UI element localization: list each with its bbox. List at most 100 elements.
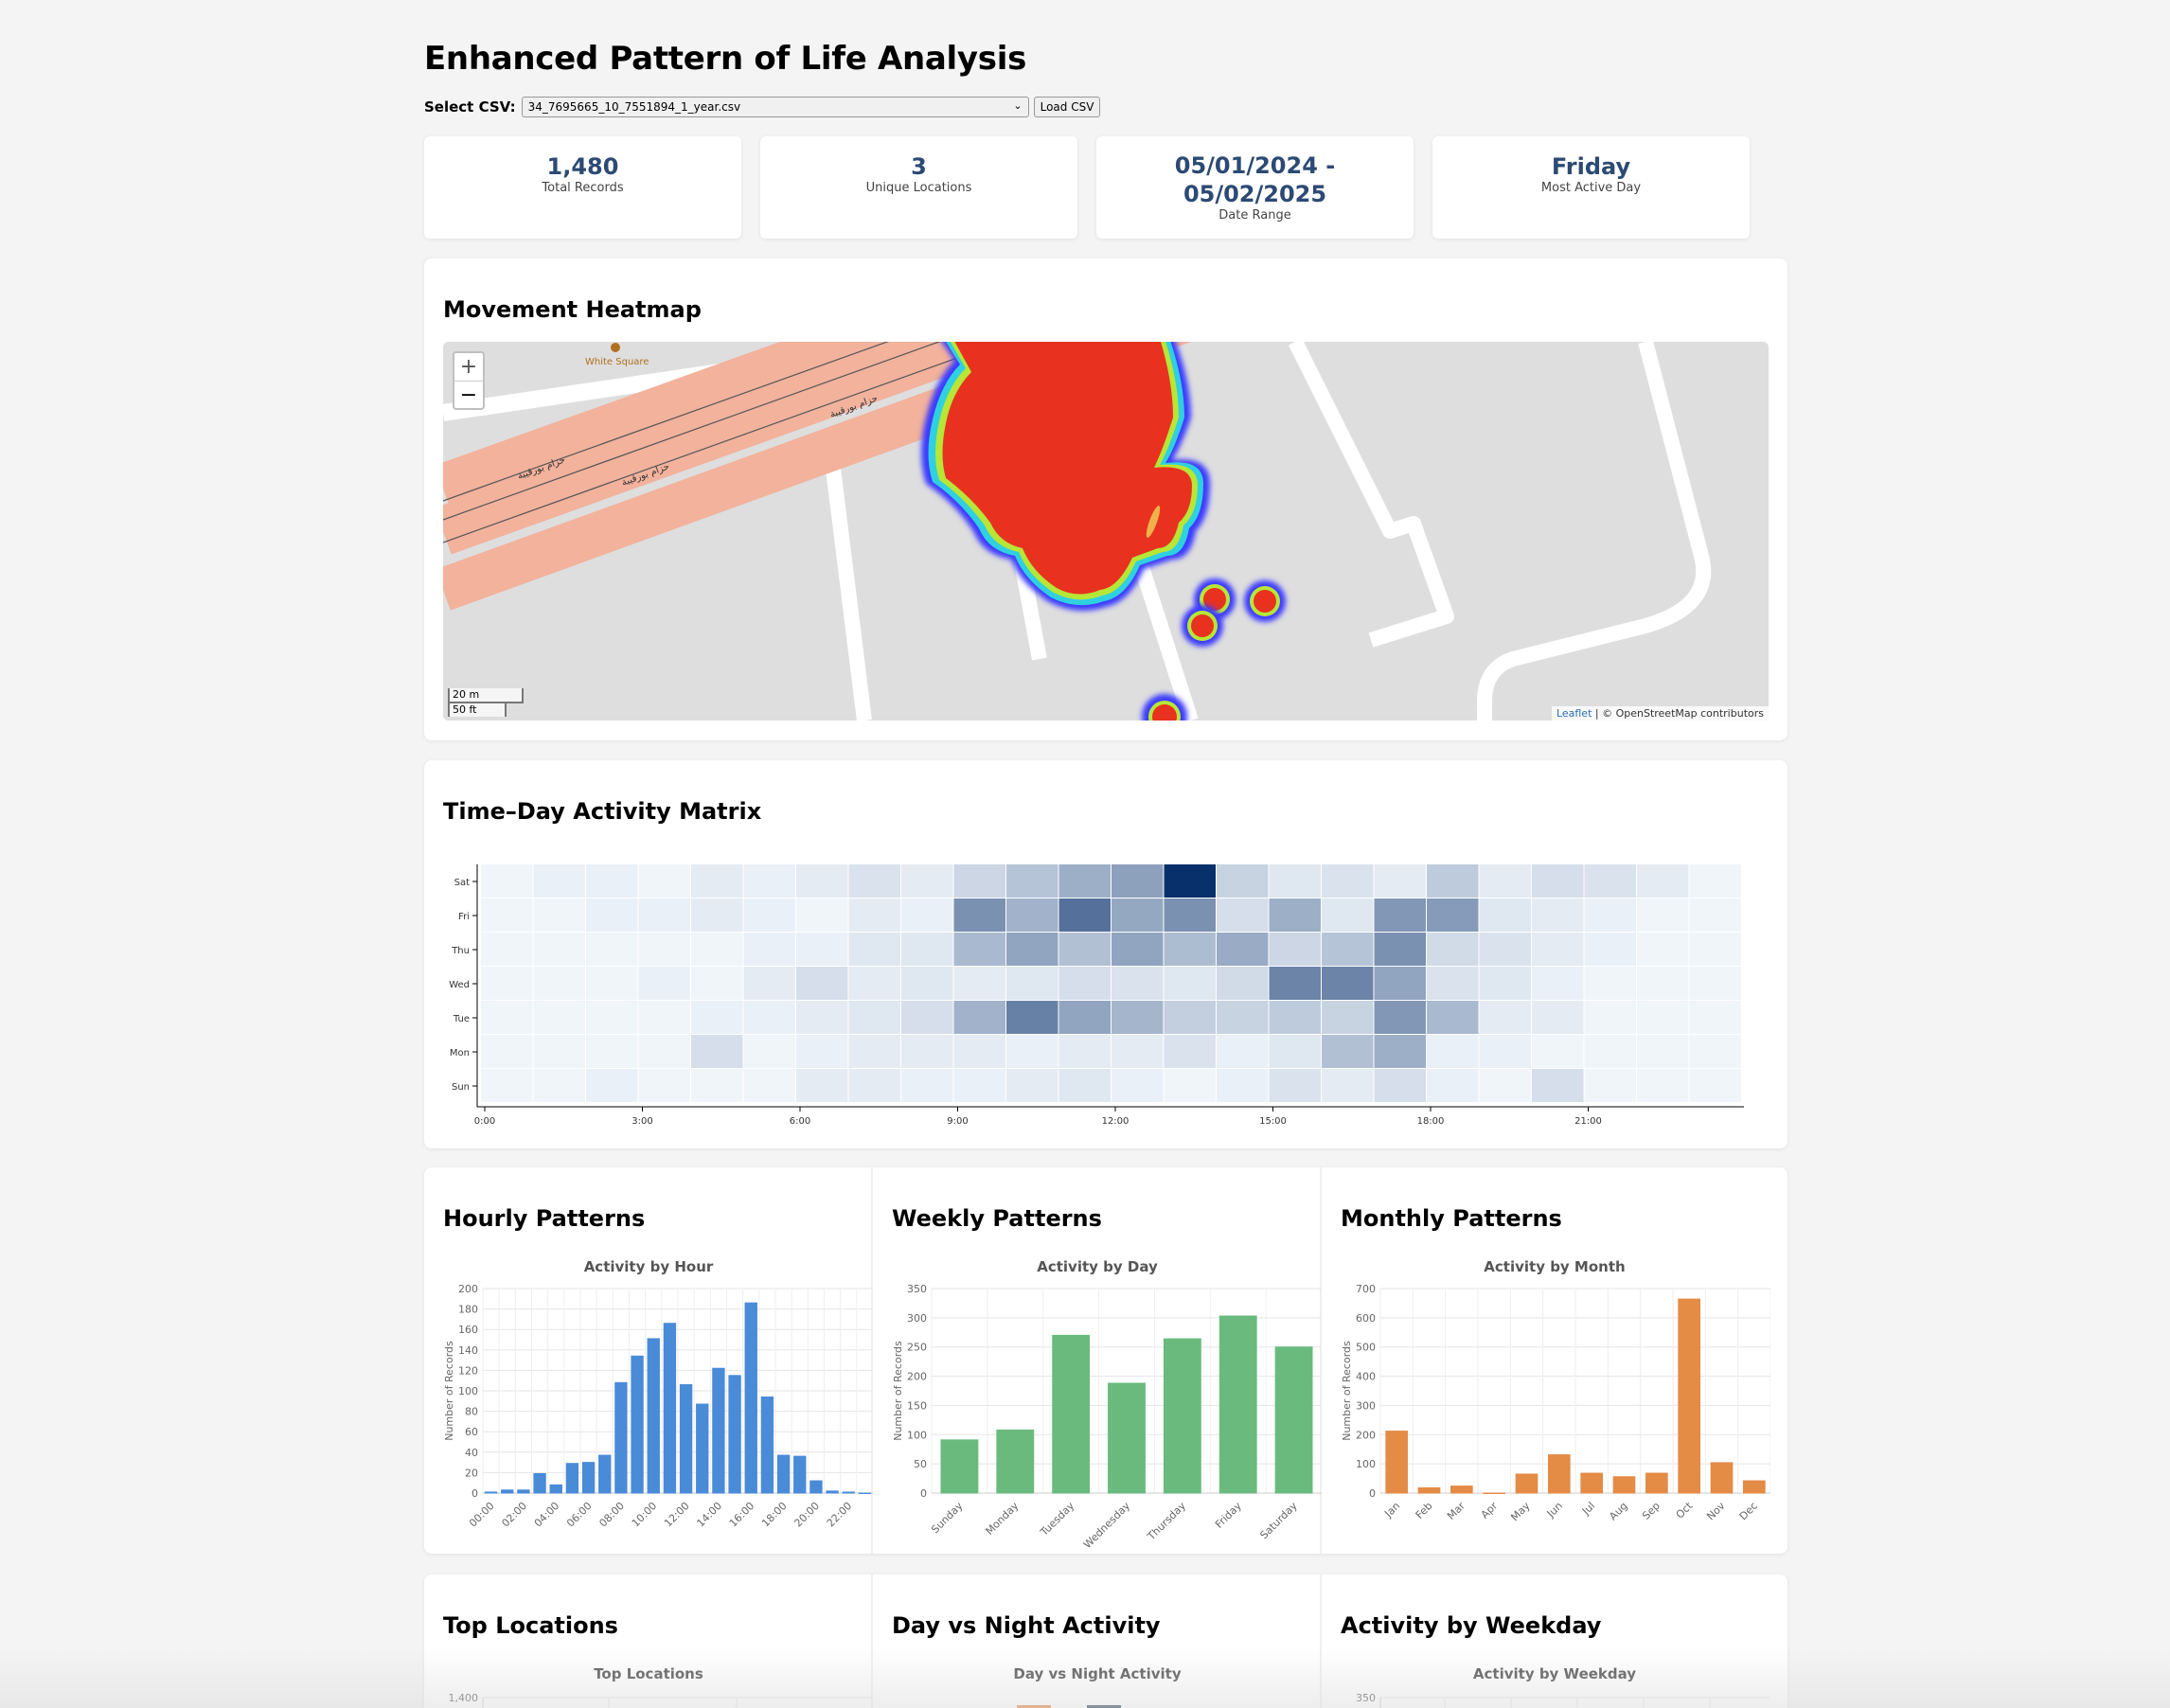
y-tick-label: 200 (907, 1371, 927, 1383)
matrix-cell (901, 898, 953, 932)
bar (712, 1367, 725, 1494)
matrix-cell (1006, 1035, 1058, 1068)
matrix-cell (1479, 967, 1531, 1000)
matrix-cell (1164, 898, 1216, 932)
matrix-cell (1427, 898, 1479, 932)
bar (1483, 1492, 1505, 1494)
matrix-cell (1689, 898, 1741, 932)
stat-value-line2: 05/02/2025 (1183, 181, 1327, 207)
heatmap-title: Movement Heatmap (443, 296, 702, 323)
matrix-cell (586, 1001, 638, 1034)
matrix-cell (1479, 933, 1531, 966)
matrix-cell (1479, 1069, 1531, 1102)
x-tick-label: 02:00 (499, 1500, 529, 1530)
matrix-cell (638, 967, 690, 1000)
matrix-cell (1689, 1035, 1741, 1068)
matrix-cell (1427, 933, 1479, 966)
x-tick-label: Oct (1674, 1499, 1696, 1521)
matrix-cell (1269, 1035, 1321, 1068)
x-tick-label: Friday (1213, 1500, 1244, 1531)
matrix-cell (1164, 864, 1216, 898)
y-tick-label: 160 (458, 1324, 478, 1336)
matrix-cell (1374, 1069, 1426, 1102)
x-tick-label: Jun (1544, 1500, 1565, 1521)
matrix-cell (1637, 933, 1689, 966)
matrix-cell (1479, 1001, 1531, 1034)
matrix-cell (1427, 1001, 1479, 1034)
matrix-cell (533, 1035, 585, 1068)
bar (565, 1463, 579, 1494)
matrix-cell (691, 933, 743, 966)
matrix-cell (481, 967, 533, 1000)
matrix-cell (1322, 1001, 1374, 1034)
bar (647, 1338, 660, 1494)
matrix-cell (533, 1001, 585, 1034)
matrix-cell (1532, 967, 1584, 1000)
weekly-title: Weekly Patterns (892, 1205, 1102, 1232)
matrix-cell (1689, 967, 1741, 1000)
matrix-cell (1217, 933, 1269, 966)
bar (1580, 1472, 1603, 1494)
matrix-cell (691, 864, 743, 898)
activity-matrix: Sat Fri Thu Wed Tue Mon Sun 0:00 3:00 6:00 9:00 12:… (449, 864, 1744, 1127)
matrix-cell (796, 933, 848, 966)
scale-imperial: 50 ft (448, 702, 507, 717)
matrix-cell (533, 1069, 585, 1102)
map-tiles: حزام بورقيبة حزام بورقيبة حزام بورقيبة W… (443, 342, 1769, 721)
heatmap-card: Movement Heatmap حزام بورقيبة حزام بورقي… (424, 258, 1788, 740)
matrix-cell (481, 1001, 533, 1034)
day-night-title: Day vs Night Activity (892, 1612, 1161, 1639)
matrix-cell (1322, 1069, 1374, 1102)
matrix-cell (481, 1069, 533, 1102)
hourly-panel: Hourly Patterns Activity by Hour 0 20 40 60… (424, 1167, 873, 1554)
bar (776, 1454, 791, 1494)
matrix-cell (1637, 1069, 1689, 1102)
zoom-out-button[interactable]: − (454, 381, 483, 408)
matrix-cell (796, 1035, 848, 1068)
zoom-in-button[interactable]: + (454, 353, 483, 381)
matrix-cell (953, 1069, 1005, 1102)
matrix-cell (796, 898, 848, 932)
top-locations-title: Top Locations (443, 1612, 618, 1639)
matrix-cell (1112, 898, 1164, 932)
bar (1710, 1462, 1734, 1494)
matrix-cell (953, 967, 1005, 1000)
monthly-title: Monthly Patterns (1341, 1205, 1562, 1232)
matrix-cell (743, 933, 795, 966)
matrix-cell (533, 864, 585, 898)
matrix-cell (1532, 864, 1584, 898)
matrix-cell (901, 864, 953, 898)
day-label: Wed (449, 980, 470, 990)
matrix-cell (953, 864, 1005, 898)
matrix-cell (848, 967, 900, 1000)
leaflet-link[interactable]: Leaflet (1556, 707, 1592, 720)
y-tick-label: 600 (1356, 1312, 1376, 1325)
hour-label: 12:00 (1102, 1116, 1129, 1127)
hour-label: 9:00 (947, 1116, 968, 1127)
monthly-panel: Monthly Patterns Activity by Month 0 100 2… (1322, 1167, 1788, 1554)
bar (1218, 1315, 1257, 1494)
csv-selected-value: 34_7695665_10_7551894_1_year.csv (527, 100, 741, 114)
movement-map[interactable]: حزام بورقيبة حزام بورقيبة حزام بورقيبة W… (443, 342, 1769, 721)
matrix-cell (848, 1001, 900, 1034)
matrix-cell (1112, 933, 1164, 966)
weekly-panel: Weekly Patterns Activity by Day 0 50 100 15… (873, 1167, 1322, 1554)
x-tick-label: Sep (1640, 1500, 1663, 1522)
matrix-cell (1006, 864, 1058, 898)
hourly-title: Hourly Patterns (443, 1205, 646, 1232)
load-csv-button[interactable]: Load CSV (1033, 97, 1101, 117)
bar (1274, 1346, 1313, 1494)
matrix-cell (953, 1035, 1005, 1068)
bar (679, 1384, 693, 1494)
matrix-cell (1269, 1069, 1321, 1102)
matrix-cell (1164, 967, 1216, 1000)
matrix-cell (796, 967, 848, 1000)
y-tick-label: 1,400 (449, 1692, 479, 1704)
y-tick-label: 40 (465, 1447, 478, 1459)
matrix-cell (743, 864, 795, 898)
hour-label: 18:00 (1417, 1116, 1445, 1127)
y-tick-label: 400 (1356, 1371, 1376, 1383)
matrix-cell (1112, 1069, 1164, 1102)
weekly-chart: 0 50 100 150 200 250 300 350 Sunday Monday Tuesday… (892, 1283, 1322, 1548)
csv-select[interactable]: 34_7695665_10_7551894_1_year.csv ⌄ (521, 97, 1029, 117)
